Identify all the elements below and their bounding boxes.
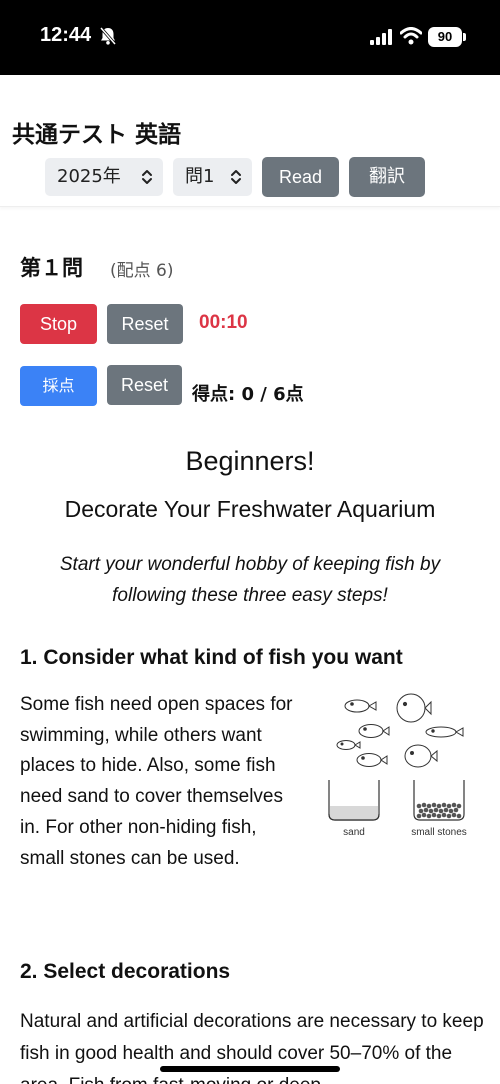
document-title: Beginners! bbox=[185, 446, 315, 476]
section-2-text: Natural and artificial decorations are n… bbox=[20, 1011, 484, 1084]
page-title: 共通テスト 英語 bbox=[12, 122, 182, 148]
question-points: (配点 6) bbox=[110, 261, 174, 281]
stones-tank bbox=[413, 780, 465, 821]
section-1-heading: 1. Consider what kind of fish you want bbox=[20, 646, 403, 669]
status-bar: 12:44 90 bbox=[0, 0, 500, 75]
question-heading: 第１問 bbox=[20, 256, 83, 280]
chevron-up-down-icon bbox=[231, 170, 241, 184]
battery-indicator: 90 bbox=[428, 27, 462, 47]
home-indicator bbox=[160, 1066, 340, 1072]
aquarium-illustration: sand small stones bbox=[328, 693, 467, 838]
stop-button[interactable]: Stop bbox=[20, 304, 97, 344]
document-subtitle: Decorate Your Freshwater Aquarium bbox=[64, 496, 436, 522]
read-button[interactable]: Read bbox=[262, 157, 339, 197]
question-select[interactable]: 問1 bbox=[173, 158, 252, 196]
bell-slash-icon bbox=[99, 27, 117, 45]
timer-display: 00:10 bbox=[199, 312, 248, 333]
question-select-value: 問1 bbox=[185, 166, 215, 187]
grade-button[interactable]: 採点 bbox=[20, 366, 97, 406]
section-1-text: Some fish need open spaces for swimming,… bbox=[20, 694, 293, 869]
app-header: 共通テスト 英語 2025年 問1 Read 翻訳 bbox=[0, 75, 500, 207]
timer-reset-button[interactable]: Reset bbox=[107, 304, 183, 344]
document-intro: Start your wonderful hobby of keeping fi… bbox=[59, 554, 441, 606]
chevron-up-down-icon bbox=[142, 170, 152, 184]
score-reset-button[interactable]: Reset bbox=[107, 365, 182, 405]
section-2-heading: 2. Select decorations bbox=[20, 960, 231, 983]
small-stones-label: small stones bbox=[411, 827, 467, 838]
translate-button[interactable]: 翻訳 bbox=[349, 157, 425, 197]
sand-label: sand bbox=[343, 827, 365, 838]
wifi-icon bbox=[400, 27, 422, 45]
year-select-value: 2025年 bbox=[57, 166, 121, 187]
status-time: 12:44 bbox=[40, 24, 92, 46]
score-display: 得点: 0 / 6点 bbox=[192, 384, 304, 405]
sand-tank bbox=[328, 780, 380, 821]
battery-tip bbox=[463, 33, 466, 41]
year-select[interactable]: 2025年 bbox=[45, 158, 163, 196]
cellular-signal-icon bbox=[370, 29, 392, 45]
fish-group bbox=[336, 693, 464, 768]
